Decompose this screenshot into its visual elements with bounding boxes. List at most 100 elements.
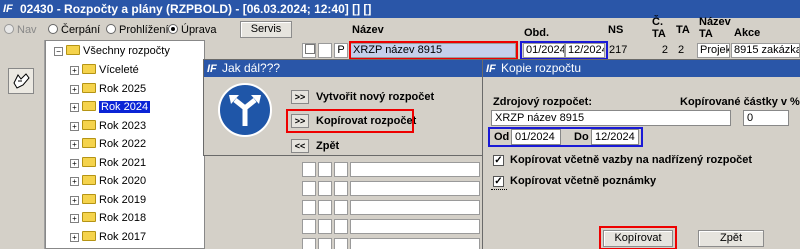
hand-tool-icon[interactable]	[8, 68, 34, 94]
empty-grid-cell[interactable]	[334, 181, 348, 196]
od-field[interactable]: 01/2024	[511, 129, 561, 145]
mode-radio-prohlizeni[interactable]: Prohlížení	[106, 23, 169, 37]
tree-item-label: Rok 2017	[99, 231, 147, 243]
copy-note-label[interactable]: Kopírovat včetně poznámky	[510, 175, 656, 187]
expand-icon[interactable]: +	[70, 159, 79, 168]
tree-item-rok-2020[interactable]: + Rok 2020	[70, 173, 146, 189]
row-cell-cta[interactable]: 2	[650, 43, 672, 58]
row-cell-empty[interactable]	[318, 43, 332, 58]
folder-icon	[82, 175, 96, 185]
tree-item-label: Rok 2025	[99, 83, 147, 95]
empty-grid-cell[interactable]	[302, 200, 316, 215]
empty-grid-cell[interactable]	[318, 238, 332, 249]
empty-grid-cell[interactable]	[334, 238, 348, 249]
copy-parent-link-label[interactable]: Kopírovat včetně vazby na nadřízený rozp…	[510, 154, 752, 166]
empty-grid-cell[interactable]	[350, 219, 480, 234]
tree-item-rok-2024[interactable]: + Rok 2024	[70, 99, 151, 115]
radio-icon	[4, 24, 14, 34]
copy-budget-dialog-title: Kopie rozpočtu	[501, 61, 582, 75]
source-budget-label: Zdrojový rozpočet:	[493, 96, 593, 108]
expand-icon[interactable]: +	[70, 103, 79, 112]
create-new-budget-option[interactable]: Vytvořit nový rozpočet	[316, 91, 434, 103]
app-logo-icon: IF	[486, 63, 496, 75]
mode-radio-uprava[interactable]: Úprava	[168, 23, 216, 37]
expand-icon[interactable]: +	[70, 85, 79, 94]
row-cell-akce[interactable]: 8915 zakázka 6	[731, 43, 800, 58]
tree-item-label: Rok 2020	[99, 175, 147, 187]
folder-icon	[82, 212, 96, 222]
row-cell-p[interactable]: P	[334, 43, 348, 58]
expand-icon[interactable]: +	[70, 214, 79, 223]
col-header-nazev: Název	[352, 24, 384, 36]
copied-percent-field[interactable]: 0	[743, 110, 789, 126]
radio-icon	[106, 24, 116, 34]
back-arrow-button[interactable]: <<	[291, 139, 309, 153]
back-option[interactable]: Zpět	[316, 140, 339, 152]
empty-grid-cell[interactable]	[334, 162, 348, 177]
od-label: Od	[494, 131, 510, 143]
empty-grid-cell[interactable]	[302, 181, 316, 196]
road-direction-sign-icon	[217, 82, 273, 138]
empty-grid-cell[interactable]	[302, 219, 316, 234]
mode-label: Úprava	[181, 24, 217, 36]
budget-tree: − Všechny rozpočty + Víceleté + Rok 2025 + R…	[45, 40, 205, 249]
app-logo-icon: IF	[3, 3, 13, 15]
do-field[interactable]: 12/2024	[591, 129, 639, 145]
tree-item-label-selected: Rok 2024	[99, 101, 151, 113]
create-new-arrow-button[interactable]: >>	[291, 90, 309, 104]
folder-icon	[82, 157, 96, 167]
expand-icon[interactable]: +	[70, 66, 79, 75]
row-cell-ns[interactable]: 217	[606, 43, 646, 58]
row-checkbox-cell[interactable]	[302, 43, 316, 58]
radio-icon	[48, 24, 58, 34]
next-step-dialog-title-bar: IF Jak dál???	[204, 60, 484, 77]
empty-grid-cell[interactable]	[318, 162, 332, 177]
row-checkbox[interactable]	[305, 44, 315, 54]
source-budget-field[interactable]: XRZP název 8915	[491, 110, 731, 126]
folder-icon	[66, 45, 80, 55]
mode-radio-cerpani[interactable]: Čerpání	[48, 23, 100, 37]
expand-icon[interactable]: +	[70, 122, 79, 131]
tree-item-rok-2019[interactable]: + Rok 2019	[70, 192, 146, 208]
tree-item-viceleta[interactable]: + Víceleté	[70, 62, 139, 78]
copy-parent-link-checkbox[interactable]: ✓	[493, 155, 504, 166]
empty-grid-cell[interactable]	[334, 219, 348, 234]
tree-item-rok-2022[interactable]: + Rok 2022	[70, 136, 146, 152]
empty-grid-cell[interactable]	[318, 219, 332, 234]
row-cell-ta[interactable]: 2	[675, 43, 695, 58]
left-tool-panel	[0, 40, 45, 249]
expand-icon[interactable]: +	[70, 196, 79, 205]
mode-label: Čerpání	[61, 24, 101, 36]
tree-item-rok-2018[interactable]: + Rok 2018	[70, 210, 146, 226]
tree-item-rok-2021[interactable]: + Rok 2021	[70, 155, 146, 171]
empty-grid-cell[interactable]	[302, 238, 316, 249]
empty-grid-cell[interactable]	[350, 200, 480, 215]
row-cell-nazev-ta[interactable]: Projek	[697, 43, 730, 58]
servis-button[interactable]: Servis	[240, 21, 292, 38]
tree-item-rok-2023[interactable]: + Rok 2023	[70, 118, 146, 134]
empty-grid-cell[interactable]	[302, 162, 316, 177]
expand-icon[interactable]: +	[70, 177, 79, 186]
expand-icon[interactable]: +	[70, 233, 79, 242]
back-button[interactable]: Zpět	[698, 230, 764, 247]
col-header-nazev-ta: Název TA	[699, 16, 731, 40]
empty-grid-cell[interactable]	[350, 162, 480, 177]
expand-icon[interactable]: +	[70, 140, 79, 149]
copy-note-checkbox[interactable]: ✓	[493, 176, 504, 187]
empty-grid-cell[interactable]	[350, 238, 480, 249]
nav-label: Nav	[17, 24, 37, 36]
empty-grid-cell[interactable]	[350, 181, 480, 196]
copy-budget-dialog-title-bar: IF Kopie rozpočtu	[483, 60, 800, 77]
tree-item-rok-2025[interactable]: + Rok 2025	[70, 81, 146, 97]
empty-grid-cell[interactable]	[334, 200, 348, 215]
copy-button[interactable]: Kopírovat	[603, 230, 673, 247]
radio-icon	[168, 24, 178, 34]
empty-grid-cell[interactable]	[318, 181, 332, 196]
empty-grid-cell[interactable]	[318, 200, 332, 215]
collapse-icon[interactable]: −	[54, 47, 63, 56]
tree-root-item[interactable]: − Všechny rozpočty	[54, 43, 170, 59]
tree-item-label: Víceleté	[99, 64, 139, 76]
mode-label: Prohlížení	[119, 24, 169, 36]
tree-item-rok-2017[interactable]: + Rok 2017	[70, 229, 146, 245]
highlight-red-copy-option	[286, 109, 414, 133]
